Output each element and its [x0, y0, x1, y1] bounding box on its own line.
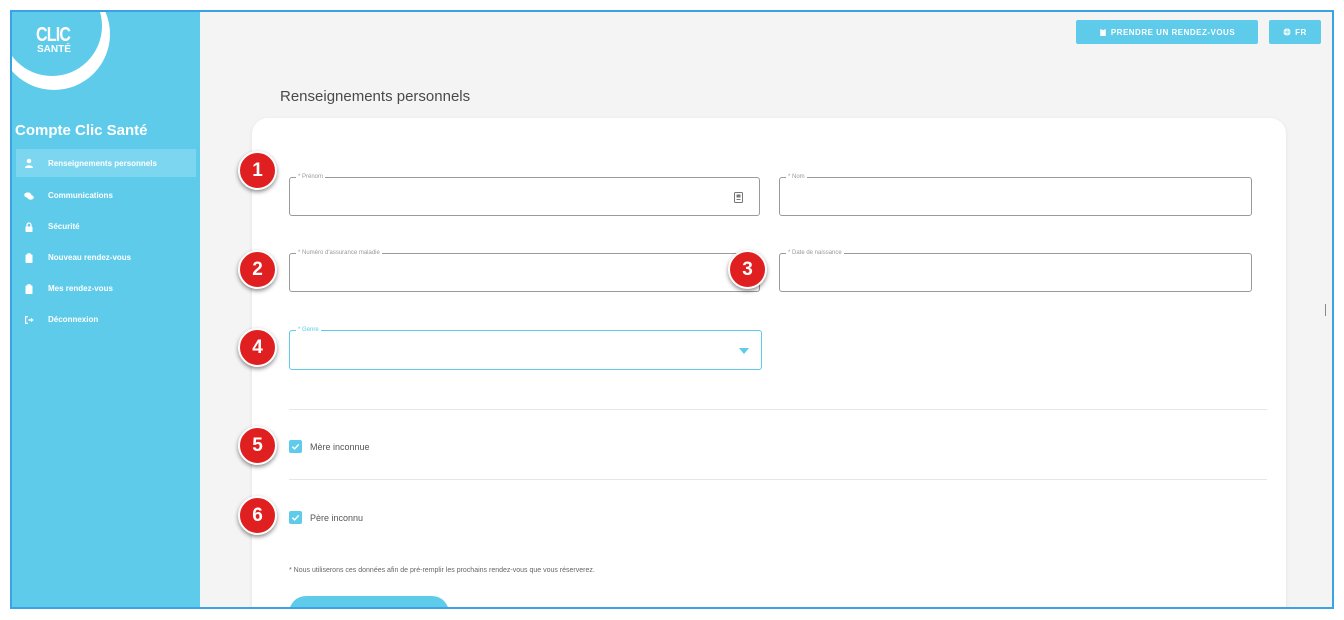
lock-icon: [24, 221, 34, 232]
annotation-marker-1: 1: [238, 151, 277, 190]
annotation-marker-3: 3: [728, 250, 767, 289]
page-title: Renseignements personnels: [280, 88, 471, 105]
language-label: FR: [1295, 27, 1307, 37]
scrollbar-indicator[interactable]: [1325, 304, 1326, 316]
form-note: * Nous utiliserons ces données afin de p…: [289, 567, 595, 574]
sidebar-item-label: Communications: [48, 191, 113, 200]
prenom-label: * Prénom: [296, 172, 326, 182]
app-window: CLIC SANTÉ .CA Compte Clic Santé Renseig…: [10, 10, 1334, 609]
logo-text-sante: SANTÉ: [37, 44, 71, 55]
sidebar-item-label: Sécurité: [48, 222, 80, 231]
sidebar-item-label: Renseignements personnels: [48, 158, 157, 168]
sidebar-item-renseignements[interactable]: Renseignements personnels: [16, 149, 196, 177]
language-button[interactable]: FR: [1269, 20, 1321, 44]
annotation-marker-5: 5: [238, 426, 277, 465]
mere-inconnue-checkbox[interactable]: [289, 440, 302, 453]
genre-select[interactable]: * Genre: [289, 325, 762, 370]
sidebar-item-deconnexion[interactable]: Déconnexion: [16, 304, 196, 335]
sidebar-item-communications[interactable]: Communications: [16, 180, 196, 211]
pere-inconnu-checkbox[interactable]: [289, 511, 302, 524]
divider: [289, 479, 1267, 480]
form-card: * Prénom * Nom * Numéro d'assurance mala…: [252, 118, 1286, 607]
clipboard-icon: [24, 283, 34, 294]
date-naissance-label: * Date de naissance: [786, 248, 844, 258]
pere-inconnu-label: Père inconnu: [310, 512, 364, 523]
book-appointment-button[interactable]: PRENDRE UN RENDEZ-VOUS: [1076, 20, 1258, 44]
sidebar: CLIC SANTÉ .CA Compte Clic Santé Renseig…: [12, 12, 200, 607]
checkmark-icon: [291, 514, 300, 521]
sidebar-item-mes-rdv[interactable]: Mes rendez-vous: [16, 273, 196, 304]
sidebar-item-nouveau-rdv[interactable]: Nouveau rendez-vous: [16, 242, 196, 273]
divider: [289, 409, 1267, 410]
nam-field[interactable]: * Numéro d'assurance maladie: [289, 248, 760, 292]
prenom-field[interactable]: * Prénom: [289, 172, 760, 216]
nom-field[interactable]: * Nom: [779, 172, 1252, 216]
sidebar-item-securite[interactable]: Sécurité: [16, 211, 196, 242]
nom-label: * Nom: [786, 172, 807, 182]
mere-inconnue-label: Mère inconnue: [310, 441, 370, 452]
clipboard-icon: [24, 252, 34, 263]
logout-icon: [24, 315, 34, 325]
book-appointment-label: PRENDRE UN RENDEZ-VOUS: [1110, 27, 1236, 37]
save-button[interactable]: [289, 596, 449, 607]
date-naissance-field[interactable]: * Date de naissance: [779, 248, 1252, 292]
id-card-icon[interactable]: [734, 192, 743, 203]
sidebar-item-label: Mes rendez-vous: [48, 284, 113, 293]
clipboard-icon: [1100, 28, 1106, 36]
genre-label: * Genre: [296, 325, 321, 335]
user-icon: [24, 158, 34, 168]
pere-inconnu-row[interactable]: Père inconnu: [289, 511, 363, 524]
annotation-marker-2: 2: [238, 250, 277, 289]
chat-icon: [24, 191, 34, 201]
sidebar-item-label: Déconnexion: [48, 315, 99, 324]
sidebar-title: Compte Clic Santé: [15, 122, 148, 139]
mere-inconnue-row[interactable]: Mère inconnue: [289, 440, 370, 453]
nam-label: * Numéro d'assurance maladie: [296, 248, 382, 258]
annotation-marker-6: 6: [238, 496, 277, 535]
logo-text-ca: .CA: [68, 72, 84, 82]
sidebar-nav: Renseignements personnels Communications…: [16, 149, 196, 335]
checkmark-icon: [291, 443, 300, 450]
globe-icon: [1283, 28, 1291, 36]
annotation-marker-4: 4: [238, 328, 277, 367]
sidebar-item-label: Nouveau rendez-vous: [48, 253, 132, 262]
chevron-down-icon: [739, 348, 749, 354]
